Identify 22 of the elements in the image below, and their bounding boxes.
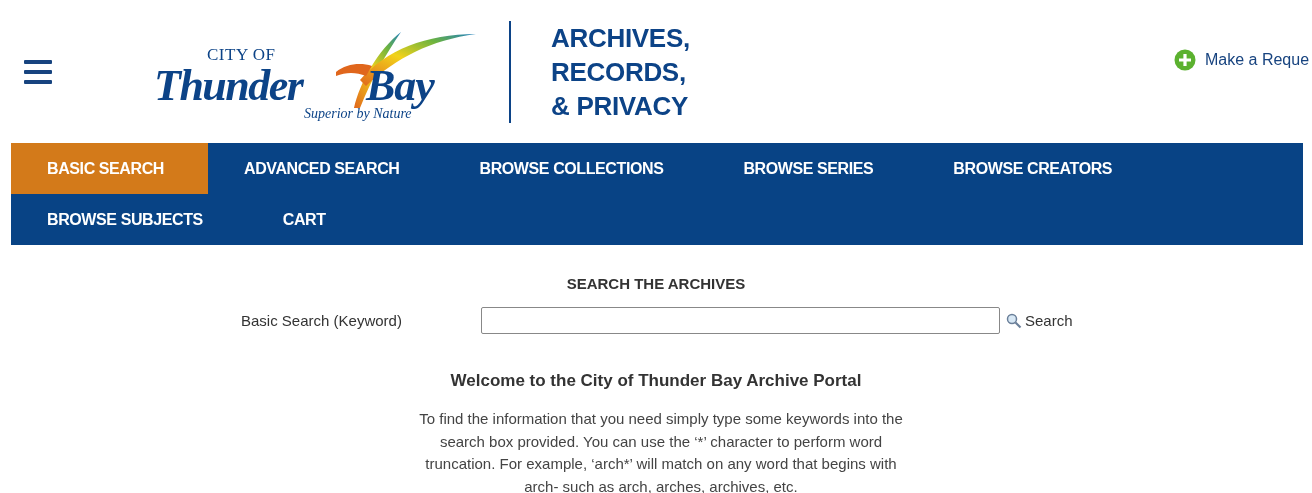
nav-tab[interactable]: BROWSE COLLECTIONS	[443, 143, 708, 194]
department-title: ARCHIVES,	[551, 21, 690, 55]
search-button[interactable]: Search	[1006, 312, 1073, 329]
search-field[interactable]	[481, 307, 1000, 334]
section-title: SEARCH THE ARCHIVES	[566, 275, 746, 292]
nav-tab[interactable]: BROWSE SUBJECTS	[11, 194, 247, 245]
plus-icon	[1174, 49, 1196, 71]
welcome-text: To find the information that you need simply type some keywords into the search box provided. You can use the ‘*’ character to perform word truncation. For example, ‘arch*’ will match on any word that begins with arch- such as arch, arches, archives, etc.	[418, 409, 904, 493]
menu-button[interactable]	[24, 59, 52, 84]
logo-text: CITY OF	[207, 45, 276, 63]
request-link[interactable]: Make a Reque	[1174, 49, 1310, 71]
logo-tagline: Superior by Nature	[304, 105, 412, 122]
nav-tab[interactable]: BROWSE CREATORS	[917, 143, 1157, 194]
department-title: & PRIVACY	[551, 89, 689, 123]
logo-text: Thunder	[154, 65, 303, 106]
field-label: Basic Search (Keyword)	[241, 312, 403, 329]
nav-tab[interactable]: BROWSE SERIES	[707, 143, 918, 194]
welcome-heading: Welcome to the City of Thunder Bay Archive Portal	[450, 371, 862, 391]
nav-tab[interactable]: ADVANCED SEARCH	[208, 143, 444, 194]
department-title: RECORDS,	[551, 55, 687, 89]
search-icon	[1006, 312, 1022, 329]
nav-tab[interactable]: CART	[246, 194, 370, 245]
